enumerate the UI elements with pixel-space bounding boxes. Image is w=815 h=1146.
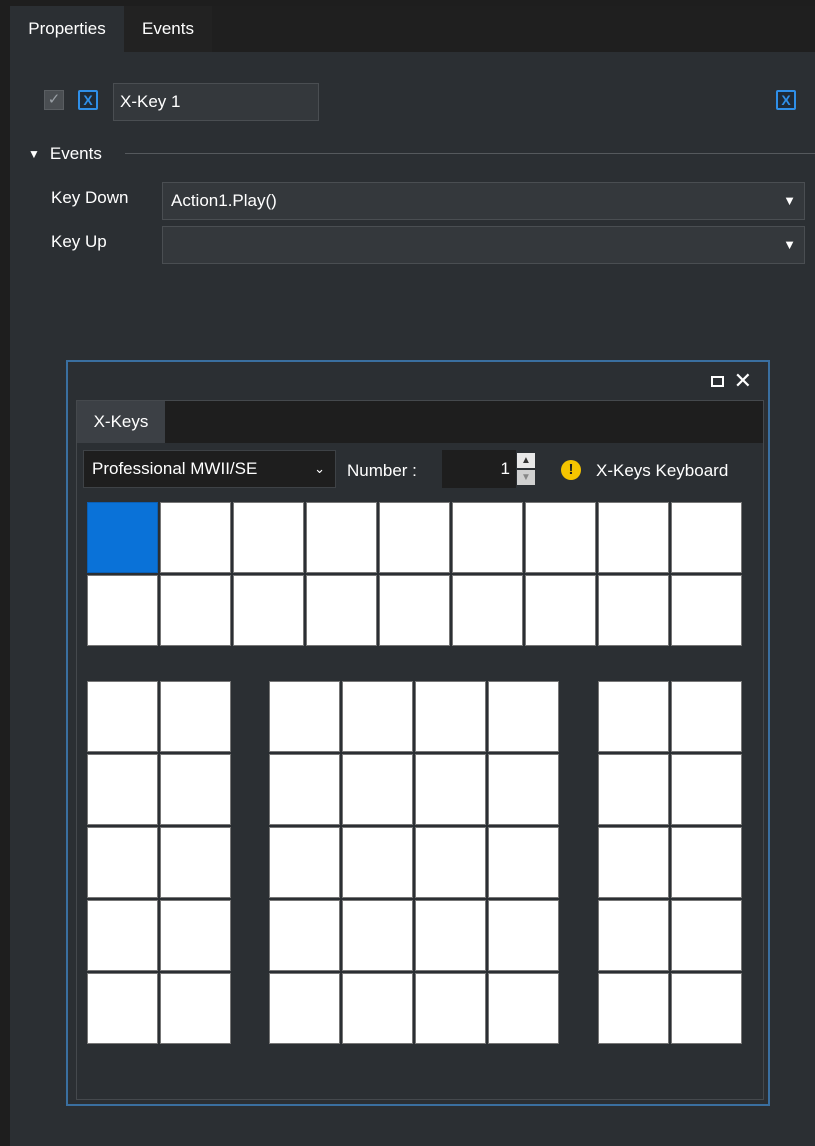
key-right-row-1-col-2[interactable] [671, 681, 742, 752]
key-middle-row-4-col-4[interactable] [488, 900, 559, 971]
key-top-row-2-col-4[interactable] [306, 575, 377, 646]
key-top-row-2-col-9[interactable] [671, 575, 742, 646]
key-right-row-4-col-1[interactable] [598, 900, 669, 971]
key-middle-row-2-col-2[interactable] [342, 754, 413, 825]
xkeys-tab-strip: X-Keys [77, 401, 763, 443]
key-top-row-1-col-5[interactable] [379, 502, 450, 573]
maximize-icon[interactable] [711, 376, 724, 387]
key-middle-row-5-col-2[interactable] [342, 973, 413, 1044]
key-left-row-1-col-2[interactable] [160, 681, 231, 752]
key-middle-row-4-col-1[interactable] [269, 900, 340, 971]
key-left-row-4-col-1[interactable] [87, 900, 158, 971]
key-right-row-2-col-2[interactable] [671, 754, 742, 825]
key-right-row-1-col-1[interactable] [598, 681, 669, 752]
spin-up-button[interactable]: ▲ [517, 453, 535, 468]
key-left-row-1-col-1[interactable] [87, 681, 158, 752]
chevron-down-icon: ▼ [783, 193, 796, 208]
key-left-row-3-col-2[interactable] [160, 827, 231, 898]
enabled-checkbox[interactable]: ✓ [44, 90, 64, 110]
key-right-row-5-col-1[interactable] [598, 973, 669, 1044]
chevron-down-icon: ▼ [783, 237, 796, 252]
xkeys-toolbar: Professional MWII/SE ⌄ Number : 1 ▲ ▼ ! … [77, 443, 763, 491]
key-left-row-5-col-1[interactable] [87, 973, 158, 1044]
key-middle-row-3-col-4[interactable] [488, 827, 559, 898]
key-right-row-3-col-2[interactable] [671, 827, 742, 898]
tab-bar: Properties Events [10, 6, 815, 52]
key-down-select[interactable]: Action1.Play() ▼ [162, 182, 805, 220]
clear-all-button[interactable]: X [776, 90, 796, 110]
key-right-row-5-col-2[interactable] [671, 973, 742, 1044]
number-spinner: ▲ ▼ [517, 453, 535, 485]
key-top-row-2-col-1[interactable] [87, 575, 158, 646]
key-middle-row-5-col-3[interactable] [415, 973, 486, 1044]
key-left-row-2-col-2[interactable] [160, 754, 231, 825]
events-section-header[interactable]: ▼ Events [28, 142, 102, 166]
key-middle-row-2-col-1[interactable] [269, 754, 340, 825]
key-top-row-1-col-6[interactable] [452, 502, 523, 573]
x-box-icon: X [83, 92, 93, 108]
clear-name-button[interactable]: X [78, 90, 98, 110]
key-middle-row-2-col-3[interactable] [415, 754, 486, 825]
key-middle-row-5-col-1[interactable] [269, 973, 340, 1044]
check-icon: ✓ [47, 91, 61, 108]
number-field[interactable]: 1 [442, 450, 516, 488]
key-top-row-2-col-2[interactable] [160, 575, 231, 646]
key-down-value: Action1.Play() [171, 191, 277, 210]
key-middle-row-2-col-4[interactable] [488, 754, 559, 825]
key-middle-row-3-col-3[interactable] [415, 827, 486, 898]
key-top-row-1-col-7[interactable] [525, 502, 596, 573]
key-up-select[interactable]: ▼ [162, 226, 805, 264]
key-top-row-2-col-5[interactable] [379, 575, 450, 646]
events-section-title: Events [49, 144, 102, 163]
key-middle-row-4-col-3[interactable] [415, 900, 486, 971]
number-label: Number : [347, 461, 417, 480]
key-middle-row-1-col-1[interactable] [269, 681, 340, 752]
warning-icon: ! [561, 460, 581, 480]
chevron-down-icon: ⌄ [314, 461, 325, 476]
key-top-row-1-col-3[interactable] [233, 502, 304, 573]
key-top-row-1-col-9[interactable] [671, 502, 742, 573]
key-left-row-5-col-2[interactable] [160, 973, 231, 1044]
section-divider [125, 153, 815, 154]
name-input[interactable] [113, 83, 319, 121]
key-right-row-3-col-1[interactable] [598, 827, 669, 898]
tab-properties[interactable]: Properties [10, 6, 124, 52]
warning-text: X-Keys Keyboard [596, 461, 729, 480]
key-right-row-4-col-2[interactable] [671, 900, 742, 971]
key-middle-row-3-col-1[interactable] [269, 827, 340, 898]
key-middle-row-5-col-4[interactable] [488, 973, 559, 1044]
key-left-row-3-col-1[interactable] [87, 827, 158, 898]
key-top-row-2-col-7[interactable] [525, 575, 596, 646]
xkeys-panel: X-Keys Professional MWII/SE ⌄ Number : 1… [76, 400, 764, 1100]
chevron-down-icon: ▼ [28, 147, 40, 161]
model-select-value: Professional MWII/SE [92, 459, 258, 478]
key-down-label: Key Down [51, 188, 129, 207]
close-icon[interactable]: ✕ [734, 370, 752, 392]
key-middle-row-1-col-4[interactable] [488, 681, 559, 752]
key-middle-row-3-col-2[interactable] [342, 827, 413, 898]
spin-down-button[interactable]: ▼ [517, 470, 535, 485]
key-right-row-2-col-1[interactable] [598, 754, 669, 825]
key-top-row-1-col-1[interactable] [87, 502, 158, 573]
key-top-row-2-col-6[interactable] [452, 575, 523, 646]
key-left-row-4-col-2[interactable] [160, 900, 231, 971]
key-top-row-2-col-8[interactable] [598, 575, 669, 646]
key-middle-row-1-col-3[interactable] [415, 681, 486, 752]
key-top-row-1-col-2[interactable] [160, 502, 231, 573]
xkeys-window: ✕ X-Keys Professional MWII/SE ⌄ Number :… [66, 360, 770, 1106]
model-select[interactable]: Professional MWII/SE ⌄ [83, 450, 336, 488]
key-left-row-2-col-1[interactable] [87, 754, 158, 825]
tab-events[interactable]: Events [124, 6, 212, 52]
key-middle-row-1-col-2[interactable] [342, 681, 413, 752]
key-top-row-1-col-8[interactable] [598, 502, 669, 573]
x-box-icon: X [781, 92, 791, 108]
key-middle-row-4-col-2[interactable] [342, 900, 413, 971]
key-top-row-1-col-4[interactable] [306, 502, 377, 573]
key-up-label: Key Up [51, 232, 107, 251]
tab-xkeys[interactable]: X-Keys [77, 401, 165, 443]
key-top-row-2-col-3[interactable] [233, 575, 304, 646]
